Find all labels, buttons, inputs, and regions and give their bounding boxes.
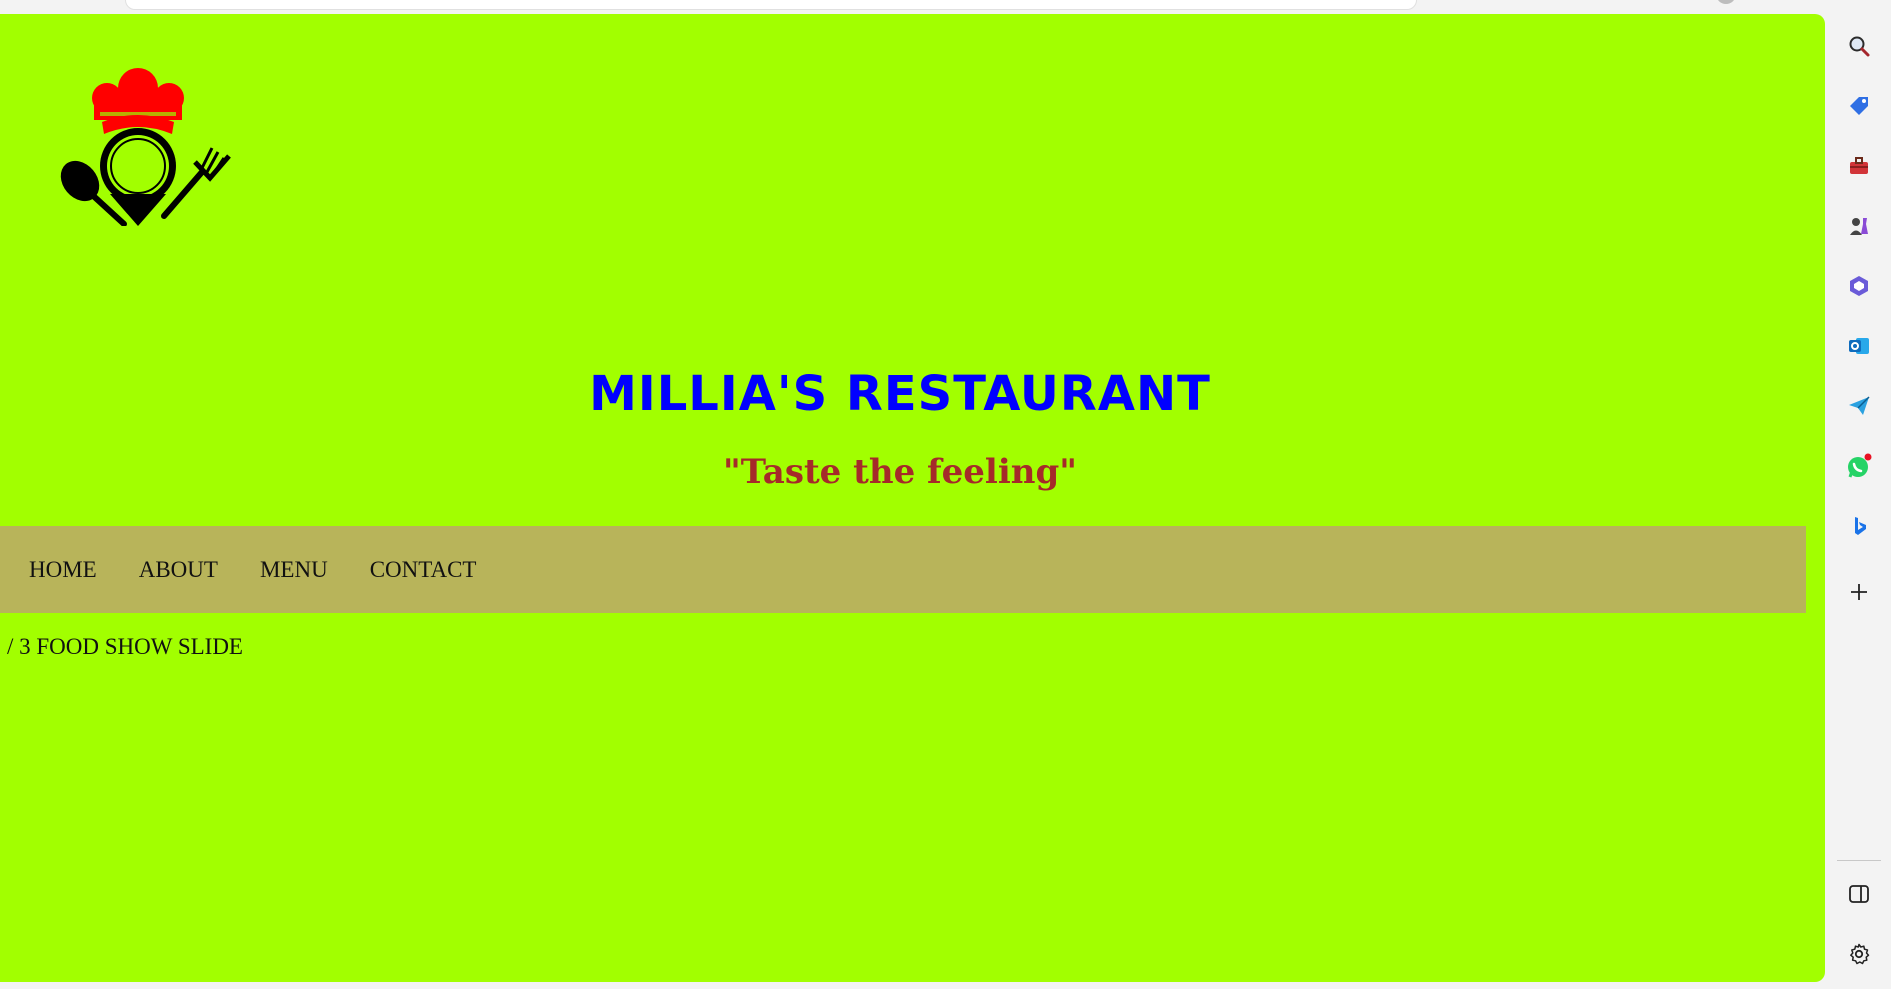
nav-item-contact[interactable]: CONTACT <box>370 557 477 583</box>
split-screen-icon[interactable] <box>1841 876 1877 912</box>
sidebar-divider <box>1837 860 1881 861</box>
shopping-tag-icon[interactable] <box>1841 88 1877 124</box>
nav-item-menu[interactable]: MENU <box>260 557 328 583</box>
main-nav: HOME ABOUT MENU CONTACT <box>0 526 1806 613</box>
bing-icon[interactable] <box>1841 508 1877 544</box>
nav-item-about[interactable]: ABOUT <box>139 557 218 583</box>
slideshow-caption: / 3 FOOD SHOW SLIDE <box>7 634 243 659</box>
site-title: MILLIA'S RESTAURANT <box>589 366 1211 422</box>
nav-item-home[interactable]: HOME <box>29 557 97 583</box>
games-icon[interactable] <box>1841 208 1877 244</box>
toolbox-icon[interactable] <box>1841 148 1877 184</box>
browser-bottom-edge <box>0 982 1827 989</box>
add-icon[interactable] <box>1841 574 1877 610</box>
settings-icon[interactable] <box>1841 936 1877 972</box>
chef-logo <box>60 68 231 226</box>
profile-icon[interactable] <box>1716 0 1736 4</box>
address-bar[interactable] <box>125 0 1417 10</box>
page-viewport: MILLIA'S RESTAURANT "Taste the feeling" … <box>0 14 1825 982</box>
search-icon[interactable] <box>1841 28 1877 64</box>
site-tagline: "Taste the feeling" <box>723 452 1077 492</box>
whatsapp-icon[interactable] <box>1841 448 1877 484</box>
outlook-icon[interactable] <box>1841 328 1877 364</box>
send-icon[interactable] <box>1841 388 1877 424</box>
browser-top-bar <box>0 0 1827 14</box>
microsoft365-icon[interactable] <box>1841 268 1877 304</box>
browser-sidebar <box>1827 0 1891 989</box>
